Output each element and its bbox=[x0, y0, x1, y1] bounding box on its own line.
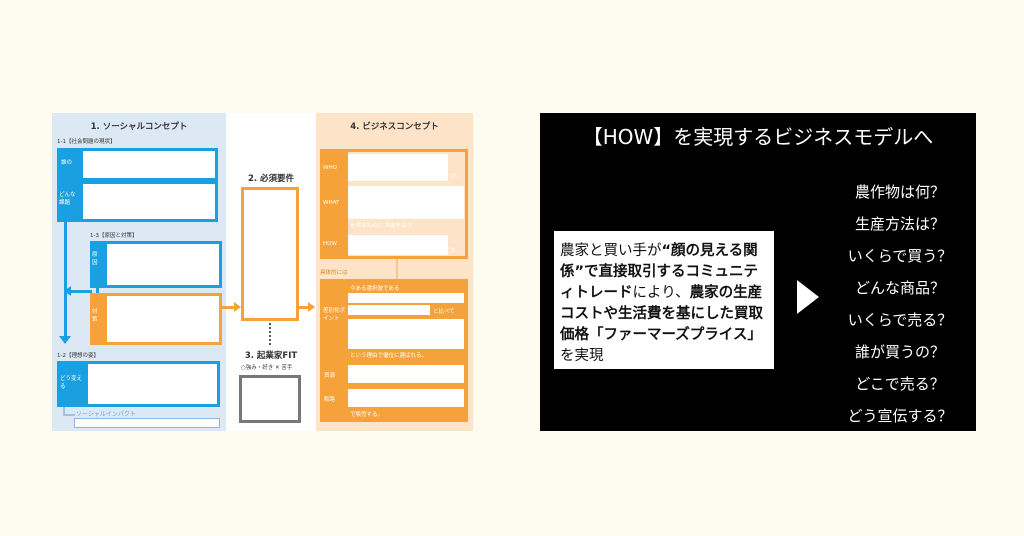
connector-line bbox=[70, 290, 92, 293]
current-choice-input[interactable] bbox=[348, 293, 464, 303]
how-input[interactable] bbox=[348, 235, 448, 255]
question-item: 誰が買うの？ bbox=[854, 343, 945, 361]
what-input[interactable] bbox=[348, 186, 464, 219]
question-item: どんな商品？ bbox=[854, 279, 945, 297]
measure-input-box[interactable] bbox=[104, 293, 222, 345]
biz-how-label: HOW bbox=[323, 241, 337, 247]
question-item: いくらで買う？ bbox=[847, 247, 953, 265]
current-problem-label: 1-1【社会問題の現状】 bbox=[57, 139, 116, 145]
connector-line bbox=[64, 222, 67, 340]
reason-text: という理由で優位に選ばれる。 bbox=[350, 353, 428, 359]
right-arrow-icon bbox=[234, 302, 241, 312]
what-note: を得るために お金を払う bbox=[350, 223, 413, 229]
biz-who-label: WHO bbox=[323, 165, 337, 171]
right-arrow-icon bbox=[308, 302, 315, 312]
who-label: 誰の bbox=[61, 160, 73, 166]
cause-measure-label: 1-3【原因と対策】 bbox=[90, 233, 138, 239]
connector-line bbox=[396, 259, 398, 279]
measure-label: 対策 bbox=[92, 309, 98, 323]
business-concept-title: 4. ビジネスコンセプト bbox=[350, 122, 439, 132]
social-impact-input[interactable] bbox=[74, 418, 220, 428]
fit-legend: ○強み・好き ✕ 苦手 bbox=[241, 365, 293, 371]
ideal-state-input-box[interactable] bbox=[85, 361, 220, 407]
change-label: どう変える bbox=[60, 376, 83, 390]
sell-note: で販売する。 bbox=[350, 412, 384, 418]
question-item: どう宣伝する？ bbox=[847, 407, 953, 425]
question-item: 農作物は何？ bbox=[854, 183, 945, 201]
diff-point-input[interactable] bbox=[348, 319, 464, 349]
biz-what-label: WHAT bbox=[323, 200, 340, 206]
ideal-state-label: 1-2【理想の姿】 bbox=[57, 353, 99, 359]
question-item: 生産方法は？ bbox=[854, 215, 945, 233]
slide-title: 【HOW】を実現するビジネスモデルへ bbox=[582, 125, 934, 149]
channel-label: 販路 bbox=[324, 397, 336, 403]
resource-input[interactable] bbox=[348, 365, 464, 383]
framework-sheet: 1. ソーシャルコンセプト 1-1【社会問題の現状】 誰の どんな課題 1-3【… bbox=[52, 113, 473, 431]
description-segment: を実現 bbox=[560, 348, 604, 364]
diff-point-label: 差別化ポイント bbox=[323, 308, 346, 322]
cause-label: 原因 bbox=[92, 252, 98, 266]
description-segment: により、 bbox=[632, 285, 690, 301]
compare-text: と比べて bbox=[433, 309, 455, 315]
who-input[interactable] bbox=[348, 154, 448, 181]
concrete-label: 具体的には bbox=[320, 270, 348, 276]
cause-input-box[interactable] bbox=[104, 241, 222, 288]
what-trouble-label: どんな課題 bbox=[59, 192, 76, 206]
current-choice-text: 今ある選択肢である bbox=[350, 286, 400, 292]
business-model-slide: 【HOW】を実現するビジネスモデルへ 農家と買い手が“顔の見える関係”で直接取引… bbox=[540, 113, 976, 431]
social-impact-label: ソーシャルインパクト bbox=[76, 411, 136, 418]
description-segment: 農家と買い手が bbox=[560, 243, 662, 259]
business-model-description: 農家と買い手が“顔の見える関係”で直接取引するコミュニティトレードにより、農家の… bbox=[554, 231, 774, 369]
left-arrow-icon bbox=[64, 286, 71, 296]
connector-line bbox=[63, 414, 75, 416]
suffix-ga: が、 bbox=[451, 174, 462, 180]
down-arrow-icon bbox=[59, 336, 71, 344]
social-concept-title: 1. ソーシャルコンセプト bbox=[90, 122, 188, 132]
channel-input[interactable] bbox=[348, 389, 464, 407]
requirements-input-box[interactable] bbox=[241, 187, 299, 321]
who-input-box[interactable] bbox=[80, 148, 218, 181]
question-item: いくらで売る？ bbox=[847, 311, 953, 329]
entrepreneur-fit-input-box[interactable] bbox=[239, 375, 301, 423]
resource-label: 資源 bbox=[324, 373, 336, 379]
right-arrow-icon bbox=[797, 280, 819, 314]
dotted-connector bbox=[269, 323, 271, 345]
suffix-desu: です。 bbox=[445, 248, 461, 254]
question-item: どこで売る？ bbox=[855, 375, 945, 393]
compare-input[interactable] bbox=[348, 305, 430, 315]
question-list: 農作物は何？ 生産方法は？ いくらで買う？ どんな商品？ いくらで売る？ 誰が買うの？ どこ… bbox=[840, 179, 960, 435]
problem-input-box[interactable] bbox=[80, 181, 218, 222]
entrepreneur-fit-title: 3. 起業家FIT bbox=[244, 351, 298, 361]
requirements-title: 2. 必須要件 bbox=[247, 174, 295, 184]
